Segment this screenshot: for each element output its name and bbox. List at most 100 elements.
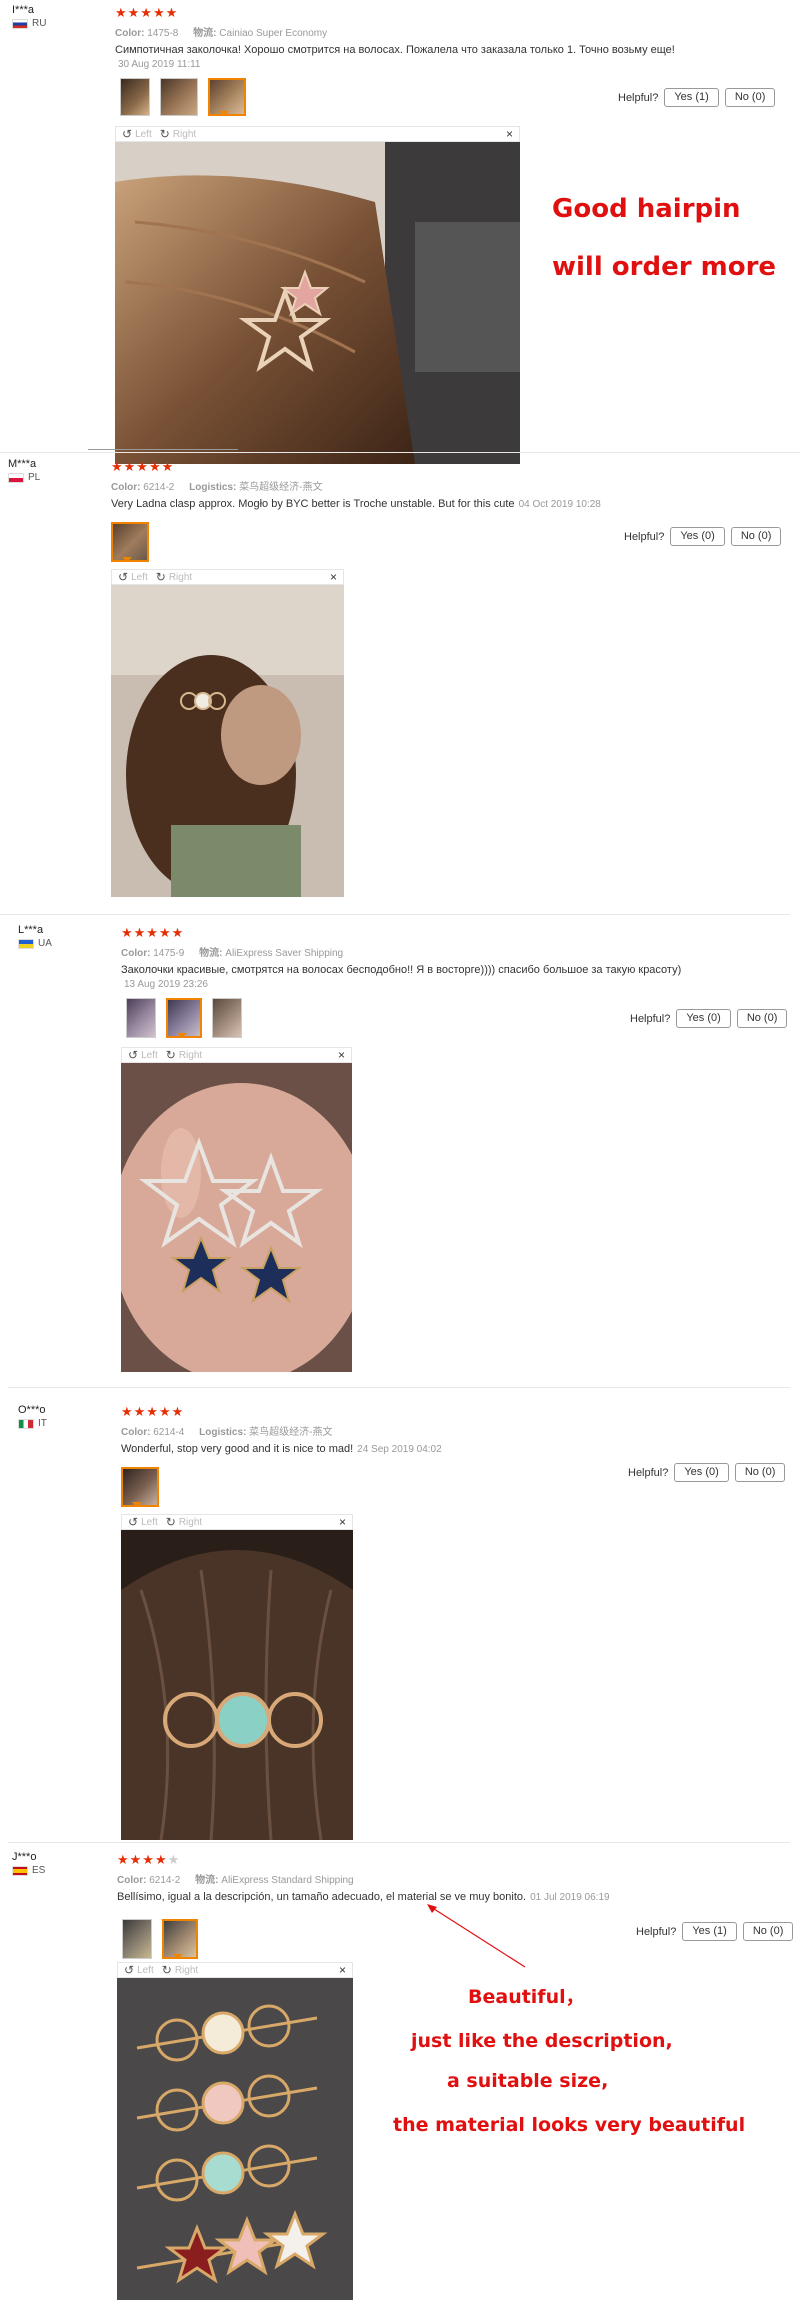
review-3: L***a UA ★★★★★ Color: 1475-9 物流: AliExpr… [0, 918, 800, 1383]
rating-stars: ★★★★★ [117, 1852, 181, 1867]
flag-ua-icon [18, 938, 34, 949]
review-date: 01 Jul 2019 06:19 [530, 1892, 610, 1903]
rotate-left-label: Left [135, 128, 152, 140]
rotate-left-icon[interactable]: ↺ [118, 570, 128, 584]
thumbnail-1[interactable] [121, 1467, 159, 1507]
viewer-toolbar: ↺ Left ↻ Right × [121, 1514, 353, 1530]
thumbnail-1[interactable] [120, 78, 150, 116]
helpful-voting: Helpful? Yes (0) No (0) [624, 527, 782, 546]
reviewer-name: O***o [18, 1404, 46, 1416]
annotation-arrow [427, 1904, 526, 1968]
reviewer-country: RU [12, 18, 46, 29]
helpful-voting: Helpful? Yes (0) No (0) [630, 1009, 788, 1028]
review-meta: Color: 6214-2 物流: AliExpress Standard Sh… [117, 1875, 354, 1886]
review-5: J***o ES ★★★★★ Color: 6214-2 物流: AliExpr… [0, 1845, 800, 2304]
flag-es-icon [12, 1865, 28, 1876]
image-viewer: ↺ Left ↻ Right × [117, 1962, 353, 2304]
thumbnail-1[interactable] [122, 1919, 152, 1959]
rotate-right-label: Right [168, 571, 193, 583]
rating-stars: ★★★★★ [121, 1404, 185, 1419]
image-viewer: ↺ Left ↻ Right × [115, 126, 520, 469]
rotate-left-label: Left [137, 1964, 154, 1976]
rotate-left-label: Left [131, 571, 148, 583]
thumbnail-1[interactable] [126, 998, 156, 1038]
divider [0, 452, 800, 453]
review-text: Wonderful, stop very good and it is nice… [121, 1443, 442, 1455]
viewer-toolbar: ↺ Left ↻ Right × [111, 569, 344, 585]
rotate-left-icon[interactable]: ↺ [128, 1515, 138, 1529]
review-meta: Color: 1475-9 物流: AliExpress Saver Shipp… [121, 948, 344, 959]
reviewer-country: IT [18, 1418, 47, 1429]
helpful-yes-button[interactable]: Yes (0) [670, 527, 725, 546]
review-photo [111, 1063, 371, 1383]
rotate-right-label: Right [178, 1049, 203, 1061]
review-text: Заколочки красивые, смотрятся на волосах… [121, 964, 682, 976]
reviewer-info: L***a UA [18, 924, 52, 949]
review-body: ★★★★★ Color: 6214-2 Logistics: 菜鸟超级经济-燕文… [111, 460, 791, 562]
review-meta: Color: 1475-8 物流: Cainiao Super Economy [115, 28, 328, 39]
review-photo [111, 585, 344, 897]
helpful-no-button[interactable]: No (0) [734, 1463, 786, 1482]
rotate-right-icon[interactable]: ↻ [166, 1048, 176, 1062]
reviewer-info: O***o IT [18, 1404, 47, 1429]
reviewer-name: I***a [12, 4, 35, 16]
rotate-right-icon[interactable]: ↻ [160, 127, 170, 141]
rotate-left-label: Left [141, 1516, 158, 1528]
helpful-voting: Helpful? Yes (1) No (0) [636, 1922, 794, 1941]
helpful-label: Helpful? [628, 1466, 669, 1479]
thumbnail-2[interactable] [160, 78, 198, 116]
image-viewer: ↺ Left ↻ Right × [121, 1514, 353, 1845]
rotate-left-icon[interactable]: ↺ [122, 127, 132, 141]
review-date: 24 Sep 2019 04:02 [357, 1444, 442, 1455]
helpful-yes-button[interactable]: Yes (1) [682, 1922, 737, 1941]
annotation-text: Good hairpin will order more [552, 194, 777, 282]
rotate-right-label: Right [172, 128, 197, 140]
rotate-left-icon[interactable]: ↺ [124, 1963, 134, 1977]
helpful-yes-button[interactable]: Yes (0) [676, 1009, 731, 1028]
thumbnail-1[interactable] [111, 522, 149, 562]
rotate-right-icon[interactable]: ↻ [156, 570, 166, 584]
reviewer-name: J***o [12, 1851, 37, 1863]
review-meta: Color: 6214-4 Logistics: 菜鸟超级经济-燕文 [121, 1427, 333, 1438]
thumbnail-3[interactable] [208, 78, 246, 116]
thumbnail-2[interactable] [162, 1919, 198, 1959]
viewer-toolbar: ↺ Left ↻ Right × [115, 126, 520, 142]
helpful-voting: Helpful? Yes (1) No (0) [618, 88, 776, 107]
thumbnail-2[interactable] [166, 998, 202, 1038]
close-icon[interactable]: × [330, 570, 337, 584]
helpful-no-button[interactable]: No (0) [730, 527, 782, 546]
review-date: 13 Aug 2019 23:26 [124, 979, 208, 990]
helpful-label: Helpful? [618, 91, 659, 104]
close-icon[interactable]: × [339, 1515, 346, 1529]
review-1: I***a RU ★★★★★ Color: 1475-8 物流: Cainiao… [0, 0, 800, 465]
flag-pl-icon [8, 472, 24, 483]
image-viewer: ↺ Left ↻ Right × [111, 1047, 371, 1383]
review-date: 30 Aug 2019 11:11 [118, 59, 201, 70]
thumbnail-3[interactable] [212, 998, 242, 1038]
helpful-yes-button[interactable]: Yes (1) [664, 88, 719, 107]
reviewer-info: I***a RU [12, 4, 46, 29]
close-icon[interactable]: × [338, 1048, 345, 1062]
helpful-no-button[interactable]: No (0) [742, 1922, 794, 1941]
review-photo [121, 1530, 353, 1841]
review-body: ★★★★★ Color: 6214-4 Logistics: 菜鸟超级经济-燕文… [121, 1405, 781, 1507]
rotate-right-icon[interactable]: ↻ [162, 1963, 172, 1977]
review-photo [115, 142, 520, 465]
review-text: Very Ladna clasp approx. Mogło by BYC be… [111, 498, 601, 510]
review-4: O***o IT ★★★★★ Color: 6214-4 Logistics: … [0, 1390, 800, 1841]
review-photo [117, 1978, 353, 2300]
rotate-right-icon[interactable]: ↻ [166, 1515, 176, 1529]
divider [88, 449, 238, 450]
rating-stars: ★★★★★ [121, 925, 185, 940]
close-icon[interactable]: × [339, 1963, 346, 1977]
reviewer-name: M***a [8, 458, 37, 470]
helpful-no-button[interactable]: No (0) [724, 88, 776, 107]
rotate-right-label: Right [178, 1516, 203, 1528]
viewer-toolbar: ↺ Left ↻ Right × [121, 1047, 352, 1063]
helpful-no-button[interactable]: No (0) [736, 1009, 788, 1028]
close-icon[interactable]: × [506, 127, 513, 141]
helpful-yes-button[interactable]: Yes (0) [674, 1463, 729, 1482]
rotate-left-icon[interactable]: ↺ [128, 1048, 138, 1062]
rating-stars: ★★★★★ [115, 5, 179, 20]
reviewer-country: UA [18, 938, 52, 949]
